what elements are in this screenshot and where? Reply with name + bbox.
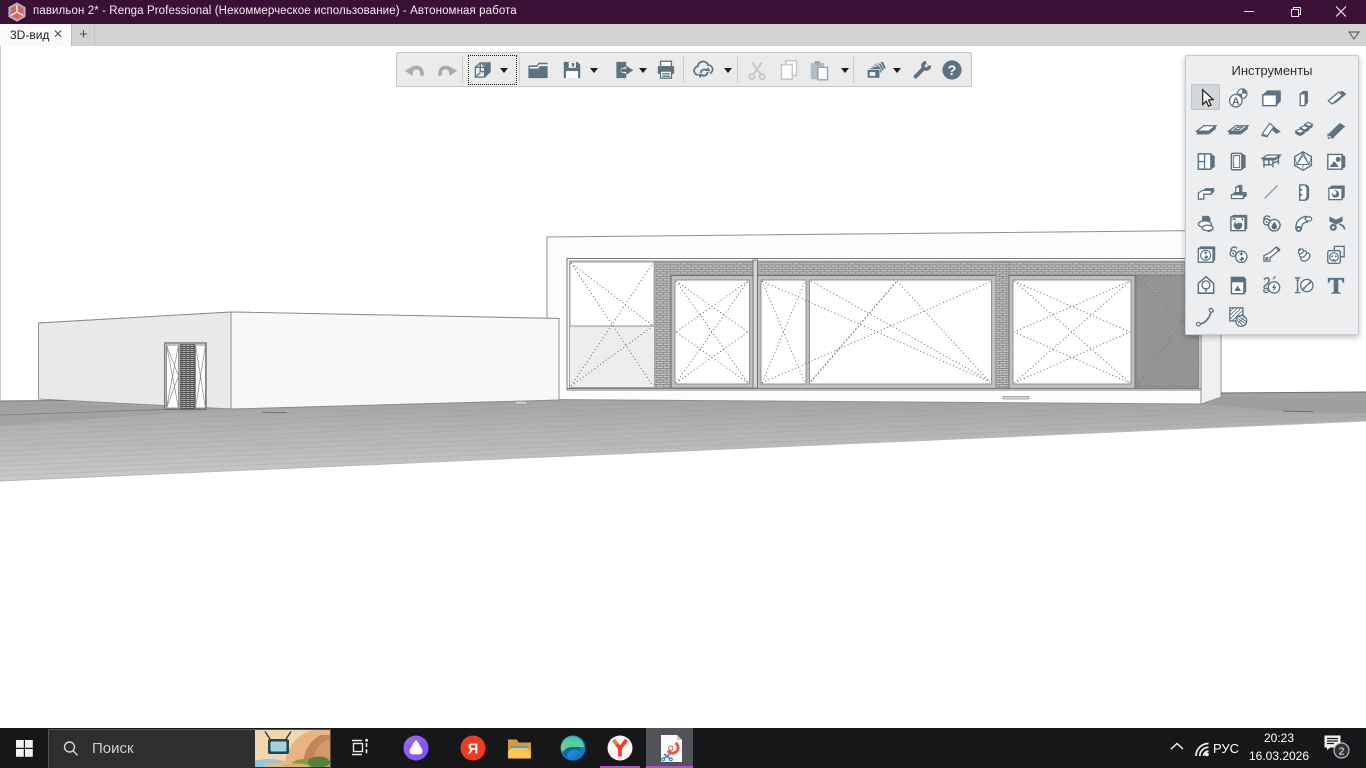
svg-text:Я: Я: [468, 740, 479, 757]
svg-text:?: ?: [948, 63, 957, 79]
svg-text:2: 2: [1339, 745, 1345, 757]
svg-text:A: A: [1232, 96, 1240, 108]
